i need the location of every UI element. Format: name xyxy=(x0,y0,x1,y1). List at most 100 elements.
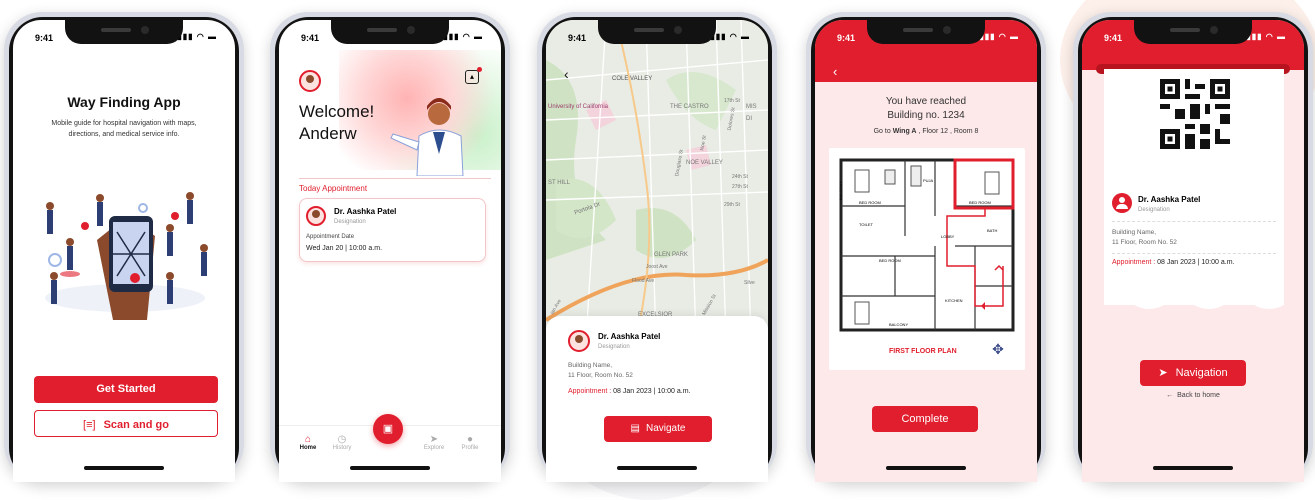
tab-home-label: Home xyxy=(299,445,317,451)
profile-icon: ● xyxy=(466,434,474,445)
map-screen: COLE VALLEY University of California THE… xyxy=(546,20,768,482)
doctor-name: Dr. Aashka Patel xyxy=(1138,195,1201,204)
doctor-avatar xyxy=(568,330,590,352)
floor-plan-screen: 9:41 ▮▮▮ ◠ ▬ ‹ You have reached Building … xyxy=(815,20,1037,482)
signal-wifi-battery-icon: ▮▮▮ ◠ ▬ xyxy=(177,32,217,41)
navigation-illustration xyxy=(45,192,208,320)
doctor-designation: Designation xyxy=(598,344,630,350)
navigate-button[interactable]: ▤ Navigate xyxy=(604,416,712,442)
navigation-arrow-icon: ➤ xyxy=(1158,367,1168,379)
status-time: 9:41 xyxy=(301,33,320,43)
ticket-wavy-edge xyxy=(1104,297,1284,309)
navigation-button[interactable]: ➤ Navigation xyxy=(1140,360,1246,386)
user-name: Anderw xyxy=(299,124,357,143)
scan-icon: [≡] xyxy=(83,419,96,431)
navigate-icon: ▤ xyxy=(630,423,640,434)
appointment-date-label: Appointment Date xyxy=(306,234,355,240)
tab-profile-label: Profile xyxy=(461,445,479,451)
plan-label-bedroom-3: BED ROOM xyxy=(879,258,901,263)
map-label-joost: Joost Ave xyxy=(646,264,668,270)
history-icon: ◷ xyxy=(337,434,347,445)
doctor-designation: Designation xyxy=(1138,207,1170,213)
appointment-value: 08 Jan 2023 | 10:00 a.m. xyxy=(1157,259,1235,266)
home-indicator xyxy=(84,466,164,470)
status-time: 9:41 xyxy=(837,33,856,43)
scan-fab-button[interactable]: ▣ xyxy=(373,414,403,444)
dashed-divider xyxy=(1112,253,1276,254)
floor-plan-title: FIRST FLOOR PLAN xyxy=(889,348,957,355)
map-label-cole-valley: COLE VALLEY xyxy=(612,76,653,82)
appointment-label: Appointment : xyxy=(1112,259,1156,266)
get-started-button[interactable]: Get Started xyxy=(34,376,218,403)
app-title: Way Finding App xyxy=(67,94,181,110)
plan-label-bedroom-1: BED ROOM xyxy=(859,200,881,205)
map-label-di: DI xyxy=(746,116,752,122)
map-label-flood: Flood Ave xyxy=(632,278,655,284)
navigation-label: Navigation xyxy=(1175,367,1228,379)
tab-home[interactable]: ⌂ Home xyxy=(293,434,323,451)
qr-code[interactable] xyxy=(1160,79,1230,149)
room-value: Room 8 xyxy=(953,128,979,135)
back-to-home-link[interactable]: ← Back to home xyxy=(1082,392,1304,399)
tab-explore[interactable]: ➤ Explore xyxy=(419,434,449,451)
map-label-ucsf: University of California xyxy=(548,104,609,110)
plan-label-bath: BATH xyxy=(987,228,998,233)
status-time: 9:41 xyxy=(35,33,54,43)
appointment-sheet: Dr. Aashka Patel Designation Building Na… xyxy=(546,316,768,482)
signal-wifi-battery-icon: ▮▮▮ ◠ ▬ xyxy=(1246,32,1286,41)
address-line-1: Building Name, xyxy=(1112,229,1157,236)
home-icon: ⌂ xyxy=(304,434,312,445)
welcome-screen: 9:41 ▮▮▮ ◠ ▬ Way Finding App Mobile guide… xyxy=(13,20,235,482)
explore-icon: ➤ xyxy=(429,434,439,445)
notch xyxy=(598,20,716,44)
back-arrow-icon[interactable]: ‹ xyxy=(564,66,569,82)
appointment-date-value: Wed Jan 20 | 10:00 a.m. xyxy=(306,245,383,252)
signal-wifi-battery-icon: ▮▮▮ ◠ ▬ xyxy=(710,32,750,41)
phone-ticket: 9:41 ▮▮▮ ◠ ▬ Dr. Aashka Patel Designation… xyxy=(1073,12,1313,482)
tab-profile[interactable]: ● Profile xyxy=(455,434,485,451)
back-to-home-label: Back to home xyxy=(1177,392,1220,399)
status-time: 9:41 xyxy=(568,33,587,43)
destination-row: Go to Wing A , Floor 12 , Room 8 xyxy=(873,128,979,135)
map-label-silver: Silve xyxy=(744,280,755,286)
notch xyxy=(867,20,985,44)
back-arrow-icon[interactable]: ‹ xyxy=(833,64,837,79)
doctor-name: Dr. Aashka Patel xyxy=(334,207,397,216)
notification-bell-icon[interactable]: ▴ xyxy=(465,67,482,84)
notch xyxy=(65,20,183,44)
appointment-label: Appointment : xyxy=(568,388,612,395)
navigate-label: Navigate xyxy=(645,423,686,434)
doctor-name: Dr. Aashka Patel xyxy=(598,332,661,341)
plan-label-puja: PUJA xyxy=(923,178,934,183)
scan-and-go-label: Scan and go xyxy=(103,419,169,431)
doctor-avatar xyxy=(306,206,326,226)
complete-button[interactable]: Complete xyxy=(872,406,978,432)
appointment-row: Appointment : 08 Jan 2023 | 10:00 a.m. xyxy=(1112,259,1234,266)
goto-prefix: Go to xyxy=(873,128,891,135)
phone-welcome: 9:41 ▮▮▮ ◠ ▬ Way Finding App Mobile guide… xyxy=(4,12,244,482)
floor-plan-card: BED ROOM PUJA BED ROOM TOILET LOBBY BATH… xyxy=(829,148,1025,370)
home-indicator xyxy=(886,466,966,470)
map-label-17th: 17th St xyxy=(724,98,740,104)
map-label-mission: MIS xyxy=(746,104,757,110)
reached-line-1: You have reached xyxy=(885,96,967,107)
address-line-1: Building Name, xyxy=(568,362,613,369)
scan-and-go-button[interactable]: [≡] Scan and go xyxy=(34,410,218,437)
map-label-29th: 29th St xyxy=(724,202,740,208)
reached-line-2: Building no. 1234 xyxy=(887,110,965,121)
user-avatar[interactable] xyxy=(299,70,321,92)
phone-home: 9:41 ▮▮▮ ◠ ▬ ▴ Welcome! Anderw Today Appo… xyxy=(270,12,510,482)
compass-icon: ✥ xyxy=(992,341,1004,357)
home-indicator xyxy=(350,466,430,470)
doctor-illustration xyxy=(390,98,464,176)
tab-history[interactable]: ◷ History xyxy=(327,434,357,451)
plan-label-lobby: LOBBY xyxy=(941,234,955,239)
map-label-noe-valley: NOE VALLEY xyxy=(686,160,723,166)
plan-label-bedroom-2: BED ROOM xyxy=(969,200,991,205)
appointment-card[interactable]: Dr. Aashka Patel Designation Appointment… xyxy=(299,198,486,262)
wing-value: Wing A xyxy=(892,128,917,135)
plan-label-balcony-2: BALCONY xyxy=(889,322,909,327)
address-line-2: 11 Floor, Room No. 52 xyxy=(568,372,633,379)
map-label-castro: THE CASTRO xyxy=(670,104,709,110)
city-map xyxy=(546,20,768,340)
